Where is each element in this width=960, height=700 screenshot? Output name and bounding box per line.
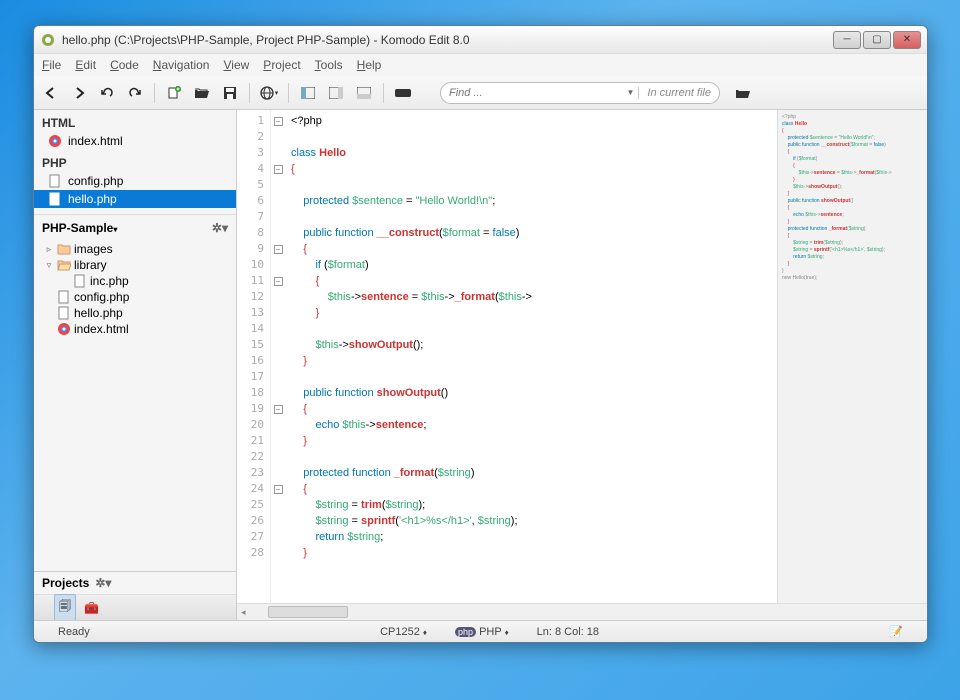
back-button[interactable] [40,82,62,104]
sync-icon[interactable]: 📝 [875,625,917,638]
find-box: ▼ In current file [440,82,720,104]
window-title: hello.php (C:\Projects\PHP-Sample, Proje… [62,33,833,47]
close-button[interactable]: ✕ [893,31,921,49]
minimize-button[interactable]: ─ [833,31,861,49]
status-ready: Ready [44,626,104,638]
file-label: index.html [68,134,123,148]
file-label: config.php [68,174,123,188]
maximize-button[interactable]: ▢ [863,31,891,49]
open-file-hello-php[interactable]: hello.php [34,190,236,208]
find-input[interactable] [441,87,626,99]
menu-file[interactable]: File [42,58,61,72]
file-icon [48,192,62,206]
open-files-pane: HTML index.html PHP config.php hello.php [34,110,236,215]
find-scope[interactable]: In current file [638,87,719,99]
statusbar: Ready CP1252 ♦ php PHP ♦ Ln: 8 Col: 18 📝 [34,620,927,642]
fold-toggle[interactable]: − [274,165,283,174]
places-tab-icon[interactable]: 🗐 [54,594,76,620]
menu-project[interactable]: Project [263,58,300,72]
project-pane: PHP-Sample▾ ✲▾ ▹images▿libraryinc.phpcon… [34,215,236,571]
open-file-index-html[interactable]: index.html [34,132,236,150]
sidebar: HTML index.html PHP config.php hello.php [34,110,237,620]
chrome-icon [48,134,62,148]
menu-tools[interactable]: Tools [315,58,343,72]
fold-toggle[interactable]: − [274,405,283,414]
status-encoding[interactable]: CP1252 ♦ [366,626,441,638]
main-area: HTML index.html PHP config.php hello.php [34,110,927,620]
fold-toggle[interactable]: − [274,245,283,254]
fold-toggle[interactable]: − [274,485,283,494]
forward-button[interactable] [68,82,90,104]
save-button[interactable] [219,82,241,104]
toggle-view-button[interactable] [392,82,414,104]
open-button[interactable] [191,82,213,104]
file-icon [48,174,62,188]
tree-item-inc-php[interactable]: inc.php [38,273,232,289]
pane-right-button[interactable] [325,82,347,104]
scrollbar-thumb[interactable] [268,606,348,618]
editor-area: 1234567891011121314151617181920212223242… [237,110,927,620]
file-label: hello.php [68,192,117,206]
tree-item-hello-php[interactable]: hello.php [38,305,232,321]
titlebar[interactable]: hello.php (C:\Projects\PHP-Sample, Proje… [34,26,927,54]
app-icon [40,32,56,48]
project-name[interactable]: PHP-Sample▾ [42,221,117,235]
tree-item-images[interactable]: ▹images [38,241,232,257]
app-window: hello.php (C:\Projects\PHP-Sample, Proje… [33,25,928,643]
open-file-config-php[interactable]: config.php [34,172,236,190]
undo-button[interactable] [96,82,118,104]
line-gutter[interactable]: 1234567891011121314151617181920212223242… [237,110,271,620]
toolbar: ▾ ▼ In current file [34,76,927,110]
menubar: File Edit Code Navigation View Project T… [34,54,927,76]
group-html: HTML [34,110,236,132]
status-language[interactable]: php PHP ♦ [441,626,523,638]
projects-label: Projects [42,576,89,590]
status-position: Ln: 8 Col: 18 [523,626,613,638]
horizontal-scrollbar[interactable]: ◂ [237,603,927,620]
pane-bottom-button[interactable] [353,82,375,104]
group-php: PHP [34,150,236,172]
menu-view[interactable]: View [223,58,249,72]
new-file-button[interactable] [163,82,185,104]
pane-left-button[interactable] [297,82,319,104]
open-project-button[interactable] [732,82,754,104]
tree-item-library[interactable]: ▿library [38,257,232,273]
code-editor[interactable]: <?phpclass Hello{ protected $sentence = … [285,110,777,620]
browser-preview-button[interactable]: ▾ [258,82,280,104]
gear-icon[interactable]: ✲▾ [95,576,111,590]
menu-code[interactable]: Code [110,58,139,72]
project-tree: ▹images▿libraryinc.phpconfig.phphello.ph… [34,241,236,337]
menu-edit[interactable]: Edit [75,58,96,72]
menu-navigation[interactable]: Navigation [153,58,210,72]
menu-help[interactable]: Help [357,58,382,72]
toolbox-tab-icon[interactable]: 🧰 [84,601,99,615]
tree-item-index-html[interactable]: index.html [38,321,232,337]
minimap[interactable]: <?phpclass Hello{ protected $sentence = … [777,110,927,620]
fold-toggle[interactable]: − [274,277,283,286]
gear-icon[interactable]: ✲▾ [212,221,228,235]
tree-item-config-php[interactable]: config.php [38,289,232,305]
fold-gutter[interactable]: − − − − − − [271,110,285,620]
projects-pane: Projects ✲▾ 🗐 🧰 ✕ [34,571,236,620]
redo-button[interactable] [124,82,146,104]
fold-toggle[interactable]: − [274,117,283,126]
find-dropdown-icon[interactable]: ▼ [626,88,638,97]
